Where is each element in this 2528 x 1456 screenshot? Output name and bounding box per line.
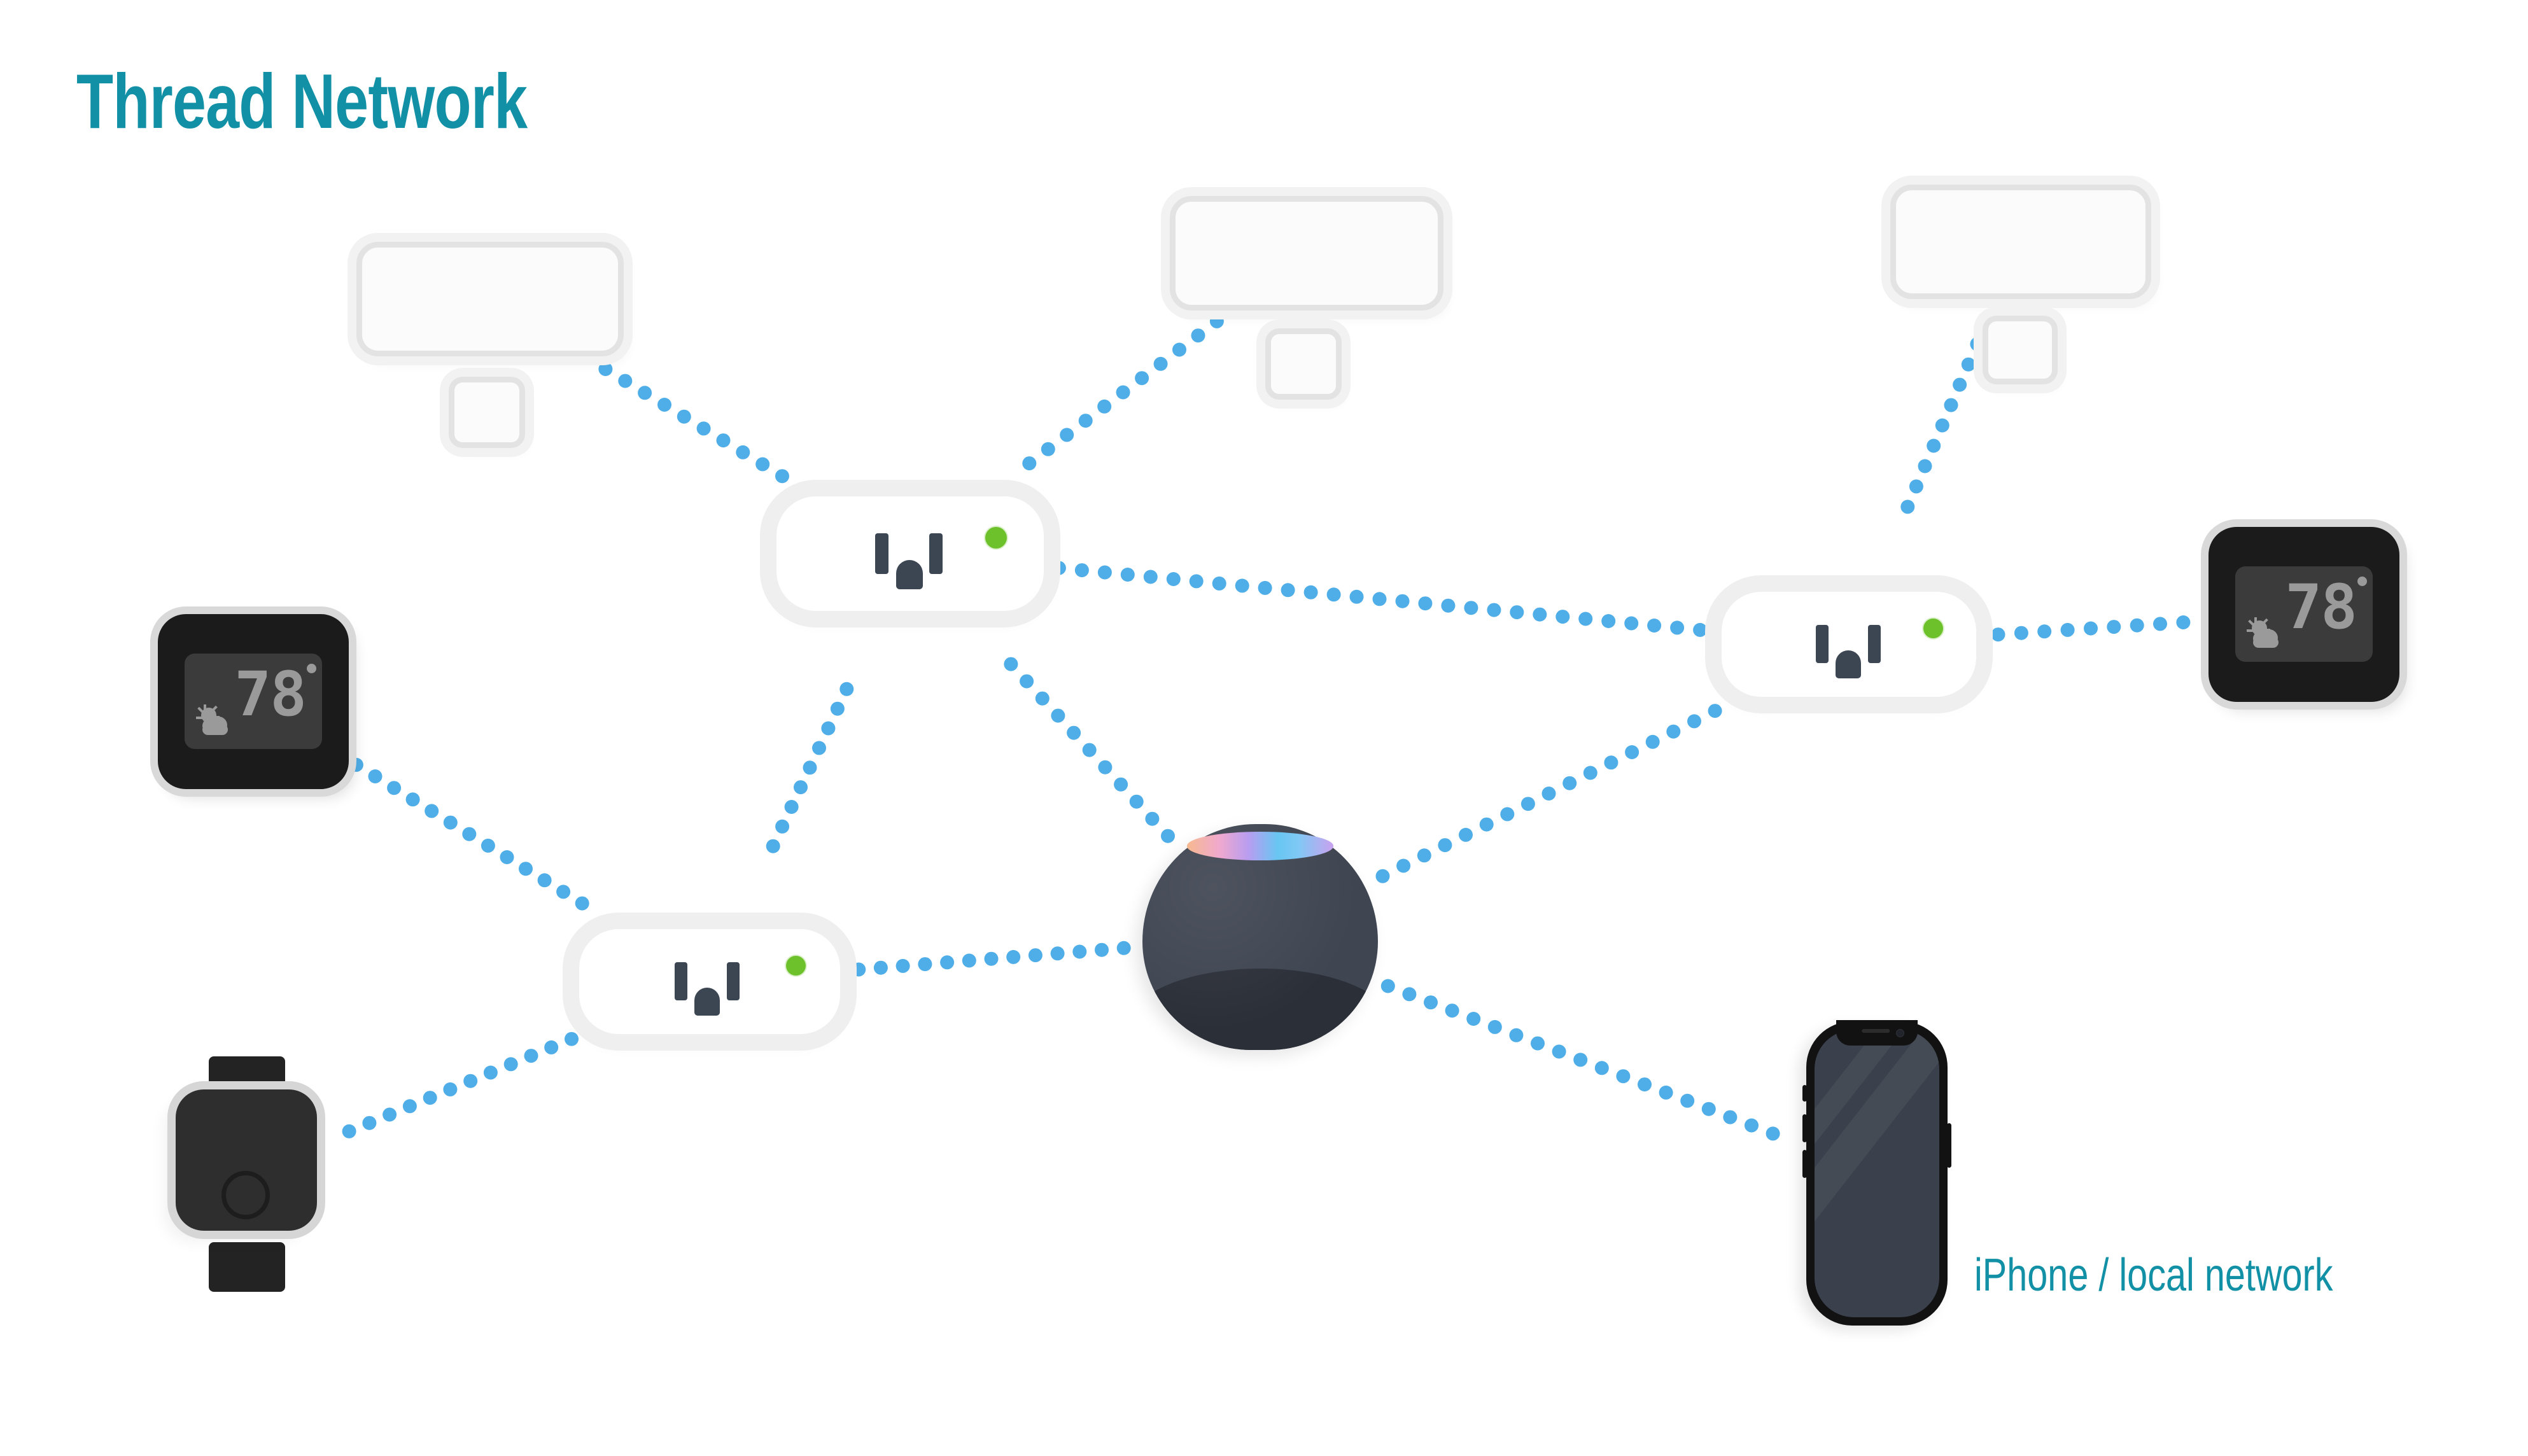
thermostat-right[interactable]: 78 — [2208, 527, 2399, 702]
plug-slot-left — [875, 533, 888, 574]
watch-button-icon[interactable] — [221, 1171, 270, 1219]
thermostat-screen: 78 — [2235, 566, 2373, 662]
weather-partly-cloudy-icon — [196, 703, 234, 736]
plug-slot-left — [675, 962, 687, 1000]
door-sensor-right[interactable] — [1890, 185, 2151, 384]
watch-case[interactable] — [176, 1089, 317, 1231]
plug-slot-left — [1816, 625, 1829, 663]
iphone-caption: iPhone / local network — [1974, 1250, 2333, 1301]
iphone[interactable] — [1802, 1020, 1951, 1326]
phone-screen[interactable] — [1815, 1030, 1939, 1317]
watch-band-bottom — [209, 1242, 285, 1292]
smart-plug-bottom[interactable] — [579, 929, 840, 1034]
connection-line — [766, 682, 854, 853]
connection-line — [1991, 615, 2191, 642]
sensor-body — [356, 242, 624, 356]
diagram-canvas: Thread Network 78 78 iPhone / local netw… — [0, 0, 2528, 1456]
thermostat-temperature: 78 — [234, 659, 307, 730]
connection-line — [1051, 561, 1708, 637]
plug-ground-pin — [694, 988, 720, 1016]
plug-ground-pin — [896, 560, 923, 589]
phone-frame — [1802, 1020, 1951, 1326]
thermostat-degree-symbol — [307, 664, 316, 673]
connection-line — [1375, 704, 1722, 883]
plug-slot-right — [727, 962, 740, 1000]
power-button[interactable] — [1947, 1123, 1951, 1168]
speaker-touch-surface[interactable] — [1187, 832, 1333, 860]
front-camera-icon — [1896, 1029, 1904, 1037]
homepod-mini[interactable] — [1142, 824, 1378, 1050]
plug-status-led — [985, 527, 1007, 549]
phone-notch — [1836, 1020, 1918, 1046]
connection-line — [1004, 657, 1175, 843]
plug-status-led — [1923, 619, 1943, 638]
volume-up-button[interactable] — [1802, 1114, 1807, 1142]
sensor-magnet — [1983, 316, 2058, 384]
door-sensor-left[interactable] — [356, 242, 624, 448]
sensor-magnet — [1265, 328, 1342, 400]
connection-line — [852, 941, 1131, 977]
connection-line — [342, 1032, 579, 1138]
smart-plug-right[interactable] — [1722, 592, 1976, 697]
connection-line — [1380, 979, 1780, 1141]
plug-status-led — [786, 956, 806, 976]
sensor-body — [1170, 196, 1443, 311]
silent-switch[interactable] — [1802, 1085, 1807, 1102]
door-sensor-center[interactable] — [1170, 196, 1443, 400]
watch-sensor[interactable] — [167, 1056, 326, 1292]
thermostat-left[interactable]: 78 — [158, 614, 349, 789]
plug-slot-right — [929, 533, 943, 574]
plug-slot-right — [1868, 625, 1881, 663]
earpiece-speaker-icon — [1862, 1029, 1890, 1033]
smart-plug-top[interactable] — [776, 496, 1044, 611]
weather-partly-cloudy-icon — [2247, 616, 2285, 649]
volume-down-button[interactable] — [1802, 1150, 1807, 1178]
thermostat-temperature: 78 — [2285, 571, 2357, 643]
thermostat-screen: 78 — [185, 654, 322, 749]
plug-ground-pin — [1836, 650, 1861, 678]
sensor-body — [1890, 185, 2151, 299]
sensor-magnet — [449, 377, 525, 448]
thermostat-degree-symbol — [2357, 577, 2367, 586]
connection-line — [349, 757, 589, 911]
